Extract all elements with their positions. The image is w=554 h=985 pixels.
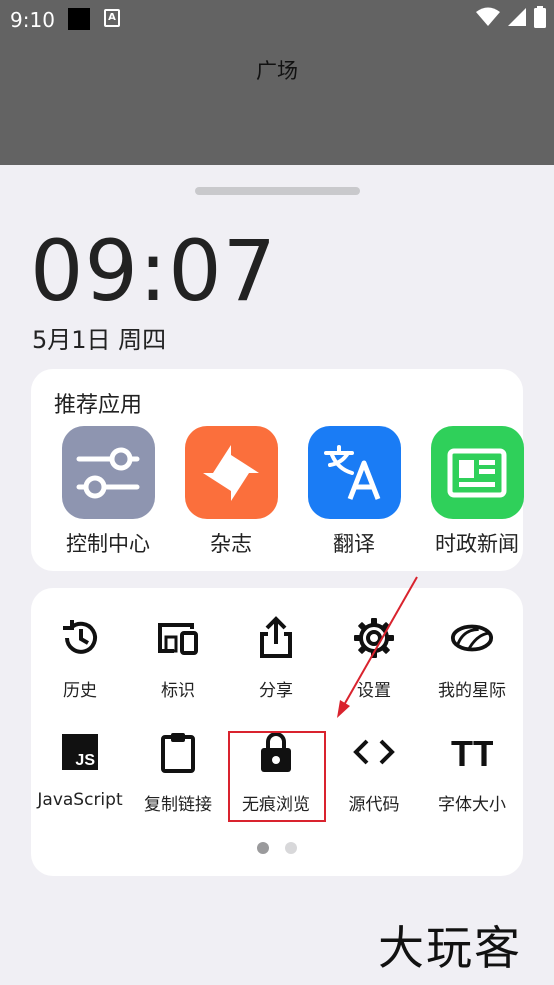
annotation-arrow — [337, 576, 418, 718]
watermark: 大玩客 — [378, 921, 522, 975]
